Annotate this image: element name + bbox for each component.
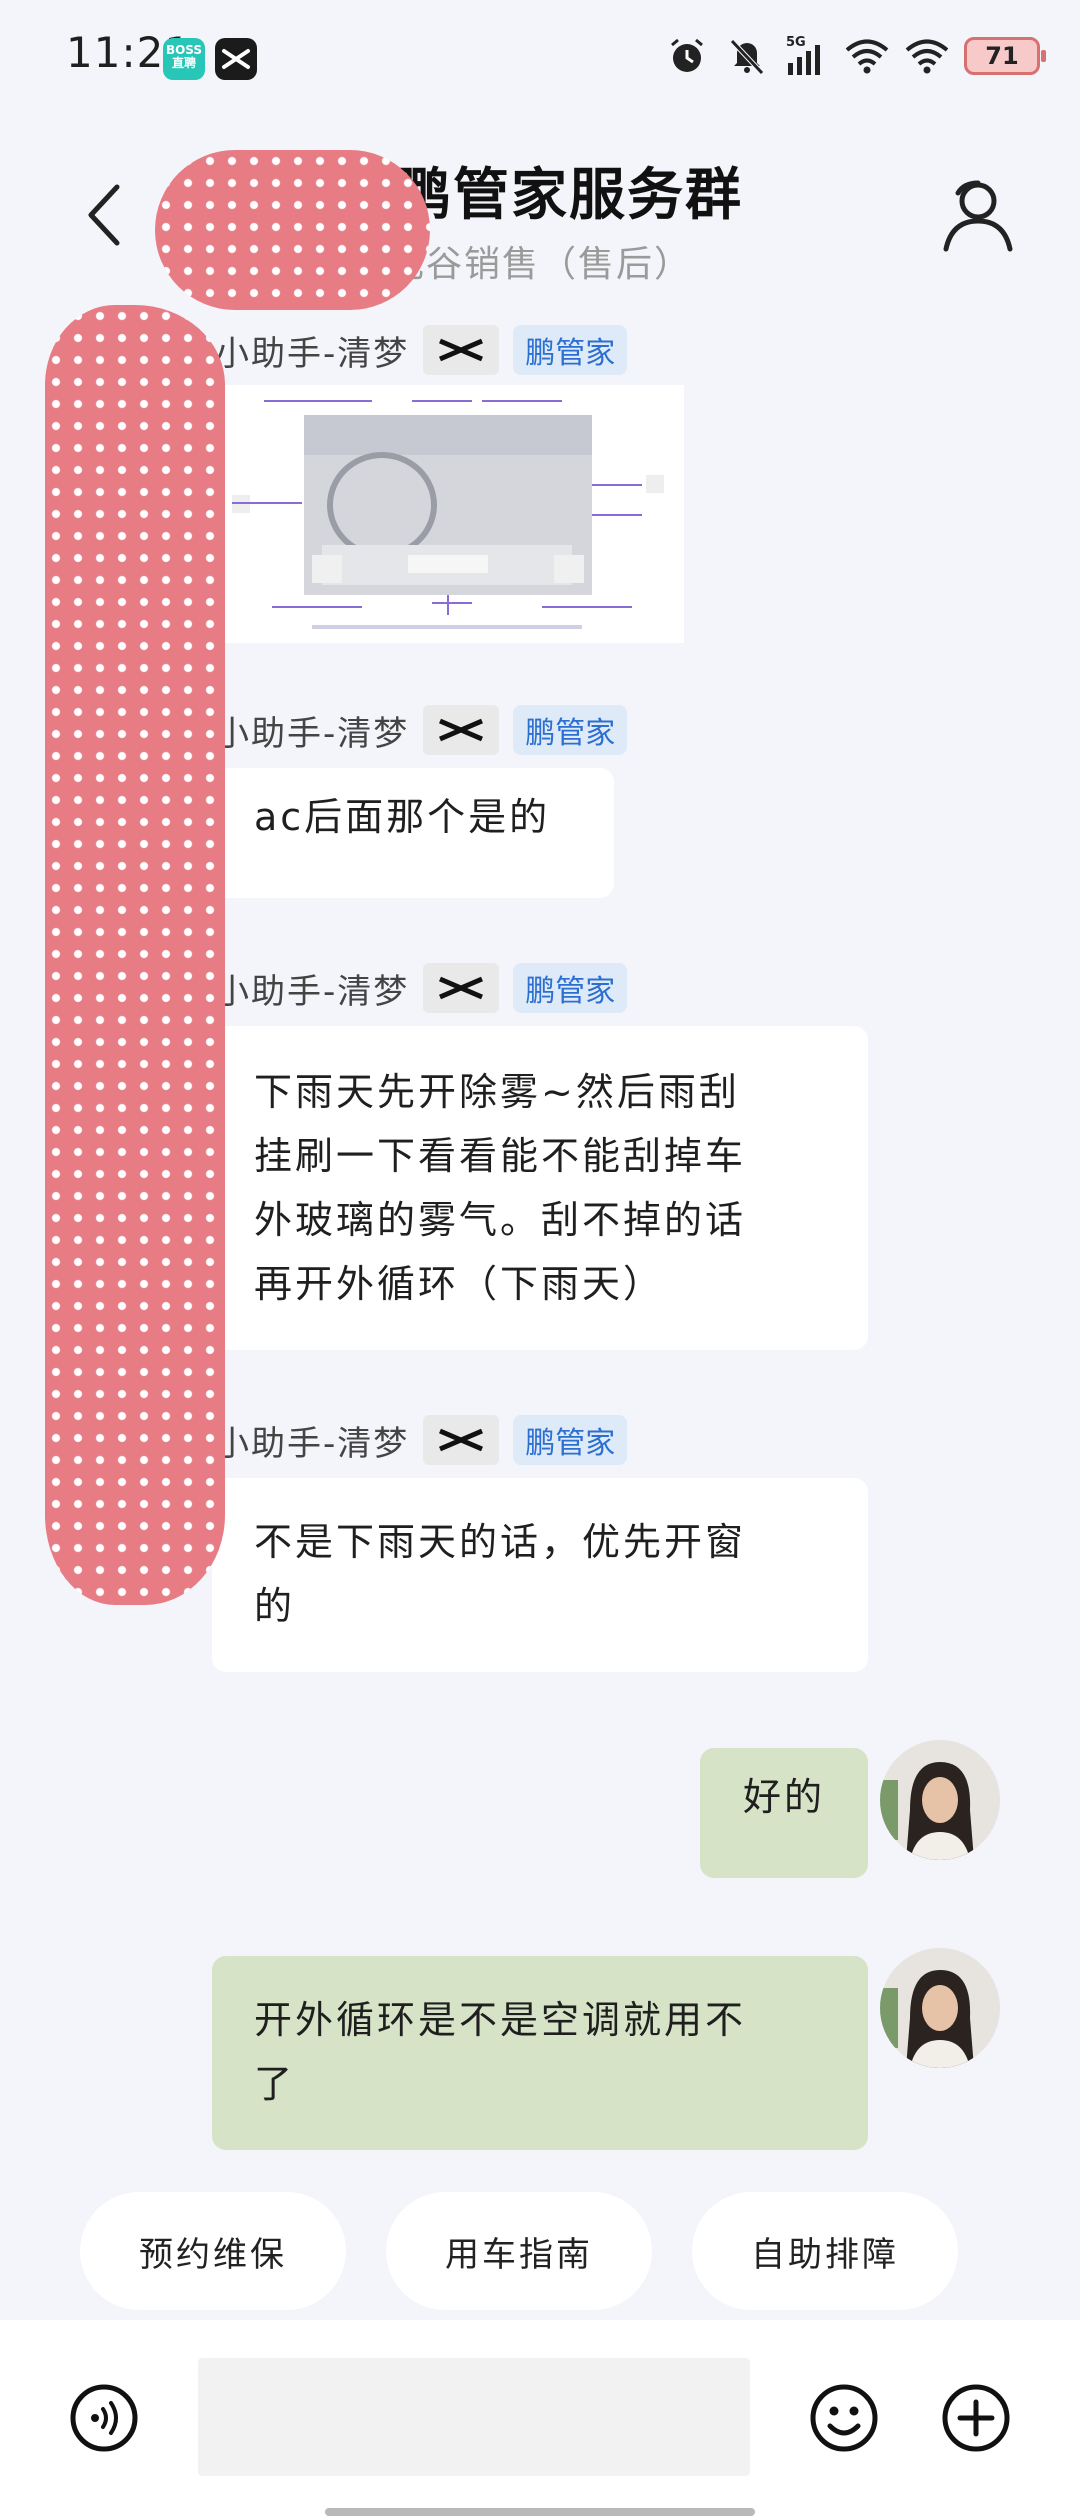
xpeng-logo-icon [423, 963, 500, 1013]
chip-vehicle-guide[interactable]: 用车指南 [386, 2192, 652, 2310]
message-bubble-self[interactable]: 好的 [700, 1748, 868, 1878]
voice-icon [70, 2384, 138, 2452]
sender-row: 小助手-清梦 鹏管家 [215, 1412, 628, 1468]
message-bubble[interactable]: 下雨天先开除雾~然后雨刮 挂刷一下看看能不能刮掉车 外玻璃的雾气。刮不掉的话 再… [212, 1026, 868, 1350]
input-bar [0, 2320, 1080, 2520]
avatar[interactable] [880, 1948, 1000, 2068]
message-bubble[interactable]: 不是下雨天的话，优先开窗 的 [212, 1478, 868, 1672]
role-tag: 鹏管家 [513, 1415, 628, 1465]
signal-5g-icon: 5G [784, 33, 830, 79]
sender-name: 小助手-清梦 [215, 333, 410, 374]
avatar[interactable] [880, 1740, 1000, 1860]
sender-name: 小助手-清梦 [215, 1423, 410, 1464]
battery-icon: 71 [964, 37, 1046, 75]
message-input[interactable] [198, 2358, 750, 2476]
chip-book-maintenance[interactable]: 预约维保 [80, 2192, 346, 2310]
status-bar: 11:21 BOSS 直聘 5G 71 [0, 0, 1080, 110]
quick-actions-bar: 预约维保 用车指南 自助排障 [0, 2190, 1080, 2320]
wifi-icon [844, 33, 890, 79]
role-tag: 鹏管家 [513, 325, 628, 375]
plus-circle-icon [942, 2384, 1010, 2452]
home-indicator[interactable] [325, 2508, 755, 2516]
message-bubble[interactable]: ac后面那个是的 [212, 768, 614, 898]
more-button[interactable] [940, 2382, 1012, 2454]
role-tag: 鹏管家 [513, 963, 628, 1013]
sender-row: 小助手-清梦 鹏管家 [215, 702, 628, 758]
voice-input-button[interactable] [68, 2382, 140, 2454]
privacy-redaction [155, 150, 430, 310]
xpeng-logo-icon [423, 1415, 500, 1465]
sender-row: 小助手-清梦 鹏管家 [215, 960, 628, 1016]
battery-level: 71 [985, 42, 1019, 70]
network-label: 5G [786, 35, 806, 50]
status-icons: 5G 71 [664, 30, 1046, 82]
boss-zhipin-icon: BOSS 直聘 [163, 38, 205, 80]
chip-self-troubleshoot[interactable]: 自助排障 [692, 2192, 958, 2310]
emoji-button[interactable] [808, 2382, 880, 2454]
group-members-button[interactable] [938, 175, 1018, 255]
message-bubble-self[interactable]: 开外循环是不是空调就用不 了 [212, 1956, 868, 2150]
sender-name: 小助手-清梦 [215, 971, 410, 1012]
wifi-2-icon [904, 33, 950, 79]
privacy-redaction [45, 305, 225, 1605]
mute-icon [724, 33, 770, 79]
xpeng-logo-icon [423, 325, 500, 375]
emoji-icon [810, 2384, 878, 2452]
xpeng-logo-icon [423, 705, 500, 755]
alarm-icon [664, 33, 710, 79]
dashboard-guide-image [212, 385, 684, 643]
image-message[interactable] [212, 385, 684, 643]
sender-row: 小助手-清梦 鹏管家 [215, 322, 628, 378]
sender-name: 小助手-清梦 [215, 713, 410, 754]
role-tag: 鹏管家 [513, 705, 628, 755]
xpeng-app-icon [215, 38, 257, 80]
person-icon [943, 180, 1013, 252]
